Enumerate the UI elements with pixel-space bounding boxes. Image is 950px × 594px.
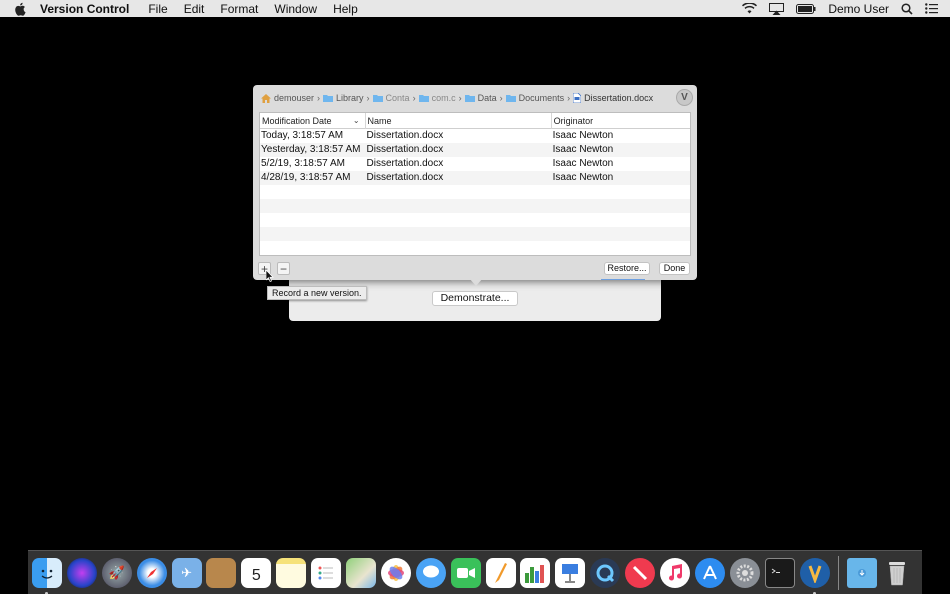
- safari-icon[interactable]: [136, 557, 167, 588]
- contacts-icon[interactable]: [206, 557, 237, 588]
- folder-icon: [323, 94, 334, 102]
- path-item-bundle[interactable]: com.c ›: [418, 93, 462, 103]
- edit-menu[interactable]: Edit: [184, 2, 205, 16]
- path-item-containers[interactable]: Conta ›: [372, 93, 416, 103]
- versions-table: Modification Date ⌄ Name Originator Toda…: [259, 112, 691, 256]
- cell-name: Dissertation.docx: [366, 158, 444, 169]
- maps-icon[interactable]: [346, 557, 377, 588]
- folder-icon: [372, 94, 383, 102]
- cell-date: 4/28/19, 3:18:57 AM: [261, 172, 351, 183]
- document-icon: [573, 93, 582, 103]
- path-item-data[interactable]: Data ›: [464, 93, 503, 103]
- table-header: Modification Date ⌄ Name Originator: [260, 113, 690, 129]
- version-popover: demouser › Library › Conta › com.c › Data ›: [253, 85, 697, 280]
- path-item-file[interactable]: Dissertation.docx: [573, 93, 653, 103]
- column-header-originator[interactable]: Originator: [552, 113, 690, 129]
- pages-icon[interactable]: [485, 557, 516, 588]
- table-row[interactable]: Today, 3:18:57 AM Dissertation.docx Isaa…: [260, 129, 690, 143]
- cell-originator: Isaac Newton: [552, 172, 614, 183]
- version-control-icon[interactable]: [799, 557, 830, 594]
- messages-icon[interactable]: [415, 557, 446, 588]
- news-icon[interactable]: [625, 557, 656, 588]
- terminal-icon[interactable]: [764, 557, 795, 588]
- home-icon: [261, 93, 271, 103]
- notification-center-icon[interactable]: [925, 3, 938, 14]
- empty-row: [260, 227, 690, 241]
- table-row[interactable]: Yesterday, 3:18:57 AM Dissertation.docx …: [260, 143, 690, 157]
- cell-originator: Isaac Newton: [552, 158, 614, 169]
- path-item-home[interactable]: demouser ›: [261, 93, 320, 103]
- app-menu[interactable]: Version Control: [40, 2, 129, 16]
- empty-row: [260, 241, 690, 255]
- empty-row: [260, 213, 690, 227]
- demonstrate-button[interactable]: Demonstrate...: [432, 291, 518, 306]
- remove-version-button[interactable]: −: [277, 262, 290, 275]
- facetime-icon[interactable]: [450, 557, 481, 588]
- numbers-icon[interactable]: [520, 557, 551, 588]
- cell-name: Dissertation.docx: [366, 172, 444, 183]
- keynote-icon[interactable]: [555, 557, 586, 588]
- finder-icon[interactable]: [32, 557, 62, 594]
- user-menu[interactable]: Demo User: [828, 2, 889, 16]
- calendar-icon[interactable]: 5: [241, 557, 272, 588]
- battery-icon[interactable]: [796, 3, 816, 14]
- file-menu[interactable]: File: [148, 2, 167, 16]
- restore-button[interactable]: Restore...: [604, 262, 650, 275]
- system-preferences-icon[interactable]: [729, 557, 760, 588]
- folder-icon: [418, 94, 429, 102]
- cell-date: Today, 3:18:57 AM: [261, 130, 344, 141]
- cell-originator: Isaac Newton: [552, 130, 614, 141]
- music-icon[interactable]: [660, 557, 691, 588]
- siri-icon[interactable]: [66, 557, 97, 588]
- mail-icon[interactable]: ✈: [171, 557, 202, 588]
- cell-name: Dissertation.docx: [366, 144, 444, 155]
- help-menu[interactable]: Help: [333, 2, 358, 16]
- notes-icon[interactable]: [276, 557, 307, 588]
- dock: 🚀 ✈ 5: [28, 550, 922, 594]
- spotlight-search-icon[interactable]: [901, 2, 913, 15]
- folder-icon: [505, 94, 516, 102]
- dock-separator: [838, 555, 840, 590]
- popover-arrow: [469, 278, 483, 286]
- wifi-icon[interactable]: [742, 3, 758, 14]
- chevron-down-icon: ⌄: [352, 116, 360, 125]
- format-menu[interactable]: Format: [220, 2, 258, 16]
- quicktime-icon[interactable]: [590, 557, 621, 588]
- folder-icon: [464, 94, 475, 102]
- mouse-pointer-icon: [265, 269, 274, 285]
- cell-originator: Isaac Newton: [552, 144, 614, 155]
- launchpad-icon[interactable]: 🚀: [101, 557, 132, 588]
- app-store-icon[interactable]: [694, 557, 725, 588]
- downloads-folder-icon[interactable]: [847, 557, 878, 588]
- path-bar: demouser › Library › Conta › com.c › Data ›: [261, 91, 689, 105]
- empty-row: [260, 199, 690, 213]
- table-row[interactable]: 4/28/19, 3:18:57 AM Dissertation.docx Is…: [260, 171, 690, 185]
- focus-ring: [601, 279, 645, 280]
- path-item-documents[interactable]: Documents ›: [505, 93, 570, 103]
- cell-date: 5/2/19, 3:18:57 AM: [261, 158, 345, 169]
- done-button[interactable]: Done: [659, 262, 690, 275]
- empty-row: [260, 185, 690, 199]
- trash-icon[interactable]: [882, 558, 912, 588]
- reminders-icon[interactable]: [311, 557, 342, 588]
- airplay-icon[interactable]: [769, 2, 785, 15]
- apple-menu-icon[interactable]: [14, 2, 28, 16]
- photos-icon[interactable]: [380, 557, 411, 588]
- version-control-logo-icon: V: [676, 89, 693, 106]
- column-header-name[interactable]: Name: [366, 113, 552, 129]
- window-menu[interactable]: Window: [274, 2, 317, 16]
- cell-date: Yesterday, 3:18:57 AM: [261, 144, 361, 155]
- table-row[interactable]: 5/2/19, 3:18:57 AM Dissertation.docx Isa…: [260, 157, 690, 171]
- table-body: Today, 3:18:57 AM Dissertation.docx Isaa…: [260, 129, 690, 255]
- tooltip: Record a new version.: [267, 286, 367, 300]
- menu-bar: Version Control File Edit Format Window …: [0, 0, 950, 17]
- cell-name: Dissertation.docx: [366, 130, 444, 141]
- column-header-modification-date[interactable]: Modification Date ⌄: [260, 113, 366, 129]
- path-item-library[interactable]: Library ›: [323, 93, 370, 103]
